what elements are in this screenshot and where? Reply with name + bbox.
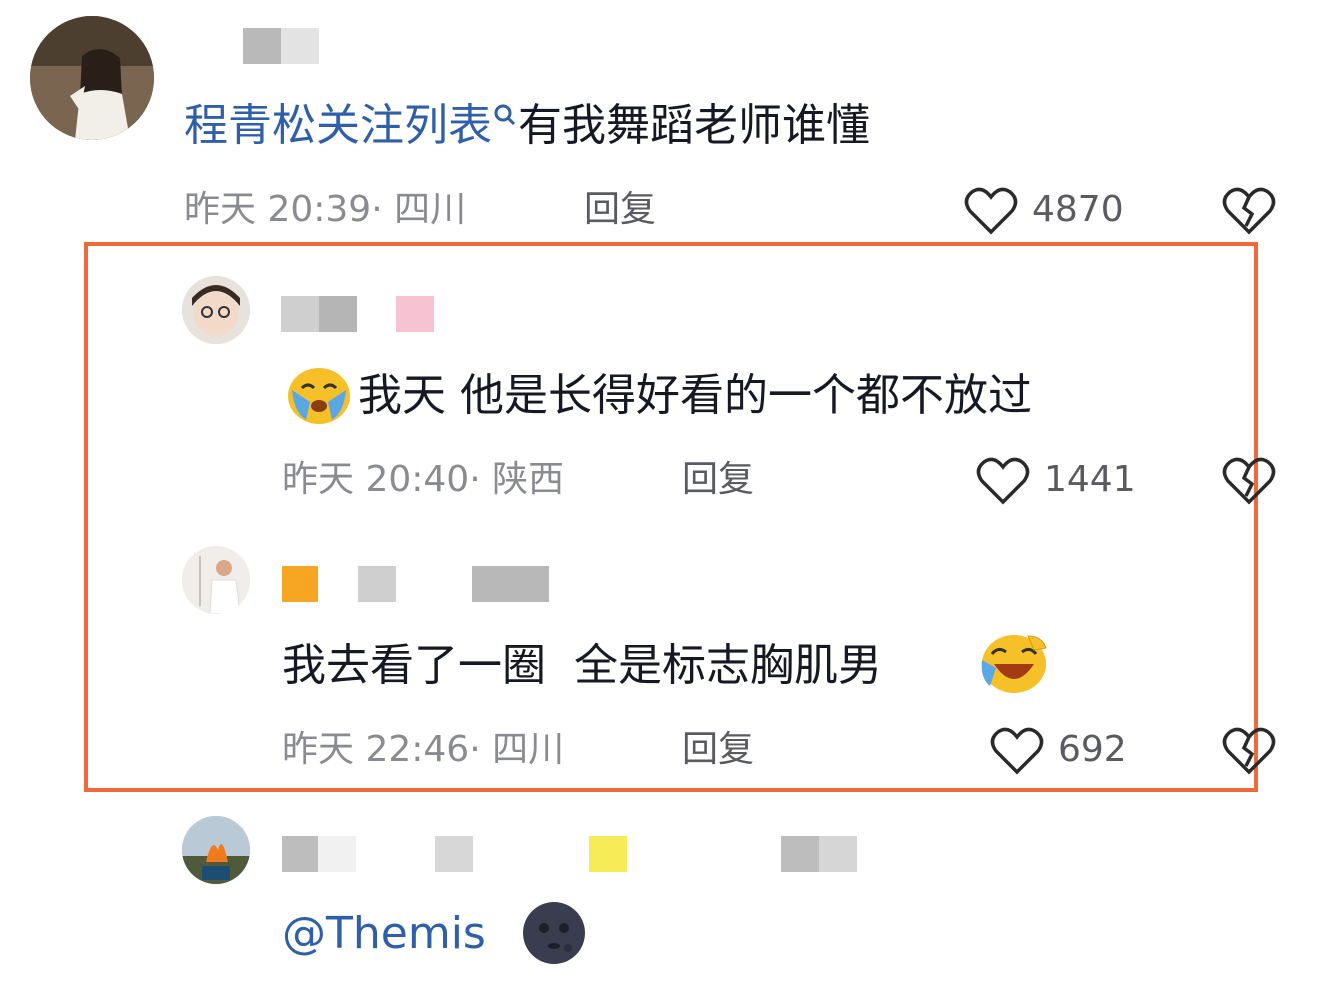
reply-button[interactable]: 回复 bbox=[682, 728, 754, 772]
username-pixelated bbox=[281, 28, 319, 64]
username-pixelated bbox=[472, 566, 549, 602]
mention-link[interactable]: @Themis bbox=[282, 906, 486, 962]
username-pixelated bbox=[781, 836, 819, 872]
highlight-box bbox=[84, 242, 1258, 792]
timestamp: 昨天 20:40· 陕西 bbox=[282, 459, 565, 500]
username-pixelated bbox=[318, 836, 356, 872]
avatar[interactable] bbox=[182, 816, 250, 884]
username-pixelated bbox=[282, 566, 318, 602]
crying-face-emoji bbox=[284, 362, 354, 430]
reply-button[interactable]: 回复 bbox=[584, 188, 656, 232]
reply-button[interactable]: 回复 bbox=[682, 458, 754, 502]
timestamp: 昨天 20:39· 四川 bbox=[184, 189, 467, 230]
heart-icon[interactable] bbox=[976, 456, 1030, 510]
username-pixelated bbox=[358, 566, 396, 602]
laughing-crying-emoji bbox=[978, 630, 1050, 700]
heart-icon[interactable] bbox=[990, 726, 1044, 780]
avatar[interactable] bbox=[30, 16, 154, 140]
avatar-photo bbox=[30, 16, 154, 140]
badge-pixelated bbox=[396, 296, 434, 332]
username-pixelated bbox=[281, 296, 319, 332]
username-pixelated bbox=[319, 296, 357, 332]
avatar-photo bbox=[182, 276, 250, 344]
dislike-icon[interactable] bbox=[1222, 186, 1276, 240]
dislike-icon[interactable] bbox=[1222, 726, 1276, 780]
comment-body: 我去看了一圈 全是标志胸肌男 bbox=[282, 640, 882, 691]
username-pixelated bbox=[435, 836, 473, 872]
username-pixelated bbox=[282, 836, 318, 872]
like-count: 1441 bbox=[1044, 459, 1136, 500]
heart-icon[interactable] bbox=[964, 186, 1018, 240]
badge-pixelated bbox=[589, 836, 627, 872]
username-pixelated bbox=[243, 28, 281, 64]
avatar[interactable] bbox=[182, 546, 250, 614]
username-pixelated bbox=[819, 836, 857, 872]
comment-body: 我天 他是长得好看的一个都不放过 bbox=[358, 370, 1032, 421]
timestamp: 昨天 22:46· 四川 bbox=[282, 729, 565, 770]
dislike-icon[interactable] bbox=[1222, 456, 1276, 510]
like-count: 4870 bbox=[1032, 189, 1124, 230]
avatar[interactable] bbox=[182, 276, 250, 344]
search-icon[interactable] bbox=[492, 98, 518, 138]
like-count: 692 bbox=[1058, 729, 1127, 770]
search-link[interactable]: 程青松关注列表 bbox=[184, 100, 492, 151]
dark-moon-face-emoji bbox=[520, 900, 588, 970]
comment-body: 有我舞蹈老师谁懂 bbox=[518, 100, 870, 151]
avatar-photo bbox=[182, 546, 250, 614]
comment-text: 程青松关注列表 有我舞蹈老师谁懂 bbox=[184, 98, 870, 154]
avatar-photo bbox=[182, 816, 250, 884]
